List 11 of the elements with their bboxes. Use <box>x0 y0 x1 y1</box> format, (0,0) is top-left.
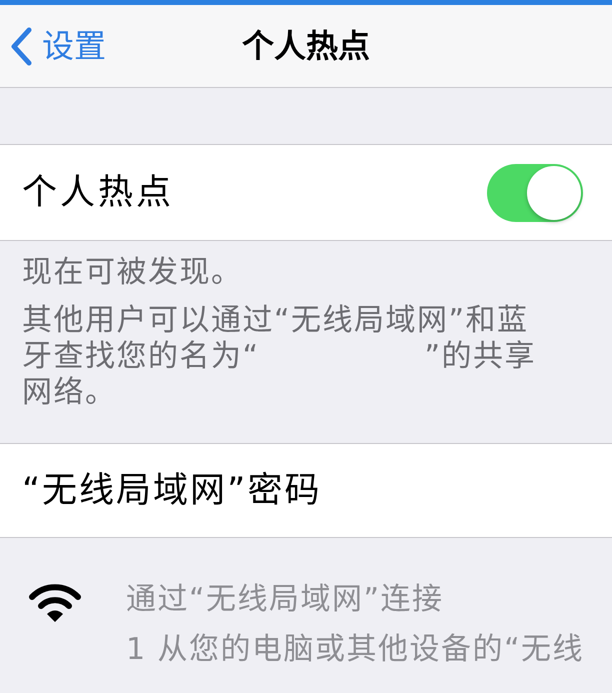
nav-title: 个人热点 <box>242 26 370 66</box>
password-row[interactable]: “无线局域网”密码 <box>0 443 612 538</box>
wifi-icon <box>28 582 82 622</box>
instruction-step: 1 从您的电脑或其他设备的“无线 <box>126 632 612 668</box>
back-button[interactable]: 设置 <box>0 26 110 66</box>
description-text: 其他用户可以通过“无线局域网”和蓝牙查找您的名为“ ”的共享网络。 <box>22 303 538 411</box>
row-label: 个人热点 <box>22 172 174 214</box>
toggle-switch[interactable] <box>487 164 583 222</box>
chevron-left-icon <box>10 26 32 66</box>
status-text: 现在可被发现。 <box>22 255 244 291</box>
instruction-heading: 通过“无线局域网”连接 <box>126 582 445 619</box>
